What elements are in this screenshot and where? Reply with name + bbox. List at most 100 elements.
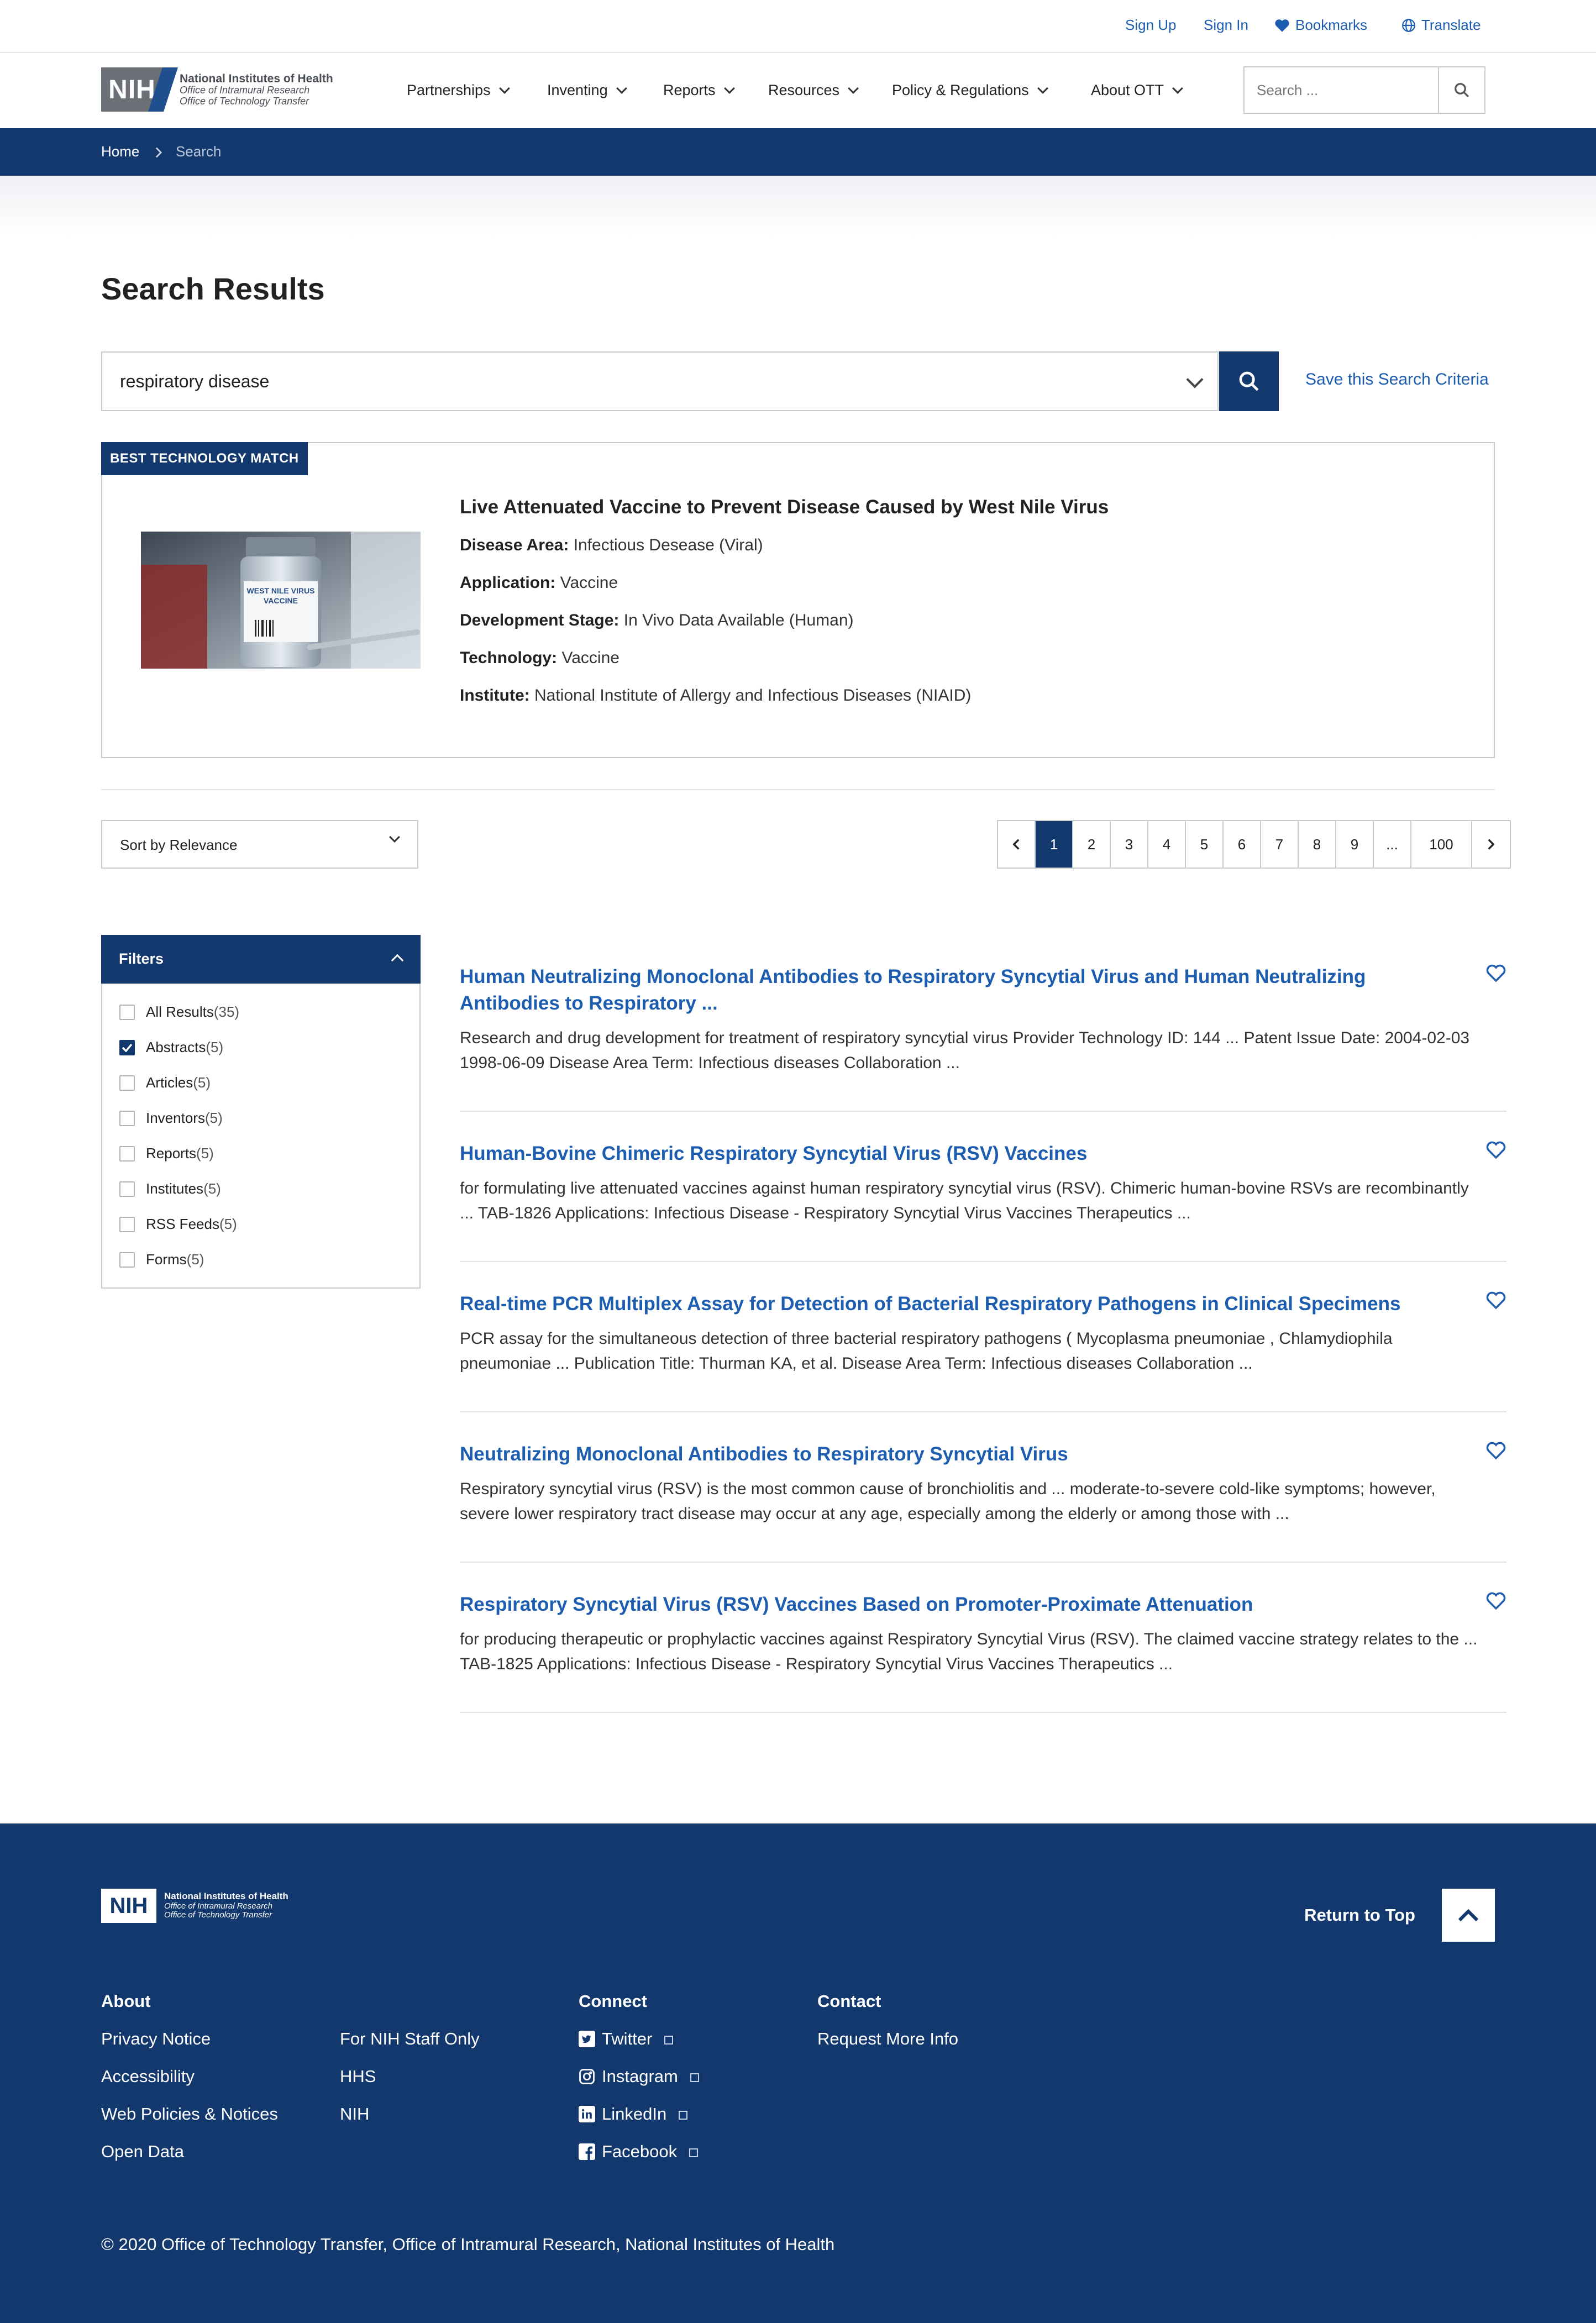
nav-partnerships[interactable]: Partnerships bbox=[407, 82, 510, 99]
sort-select[interactable]: Sort by Relevance bbox=[101, 820, 418, 869]
footer-nih-logo[interactable]: NIH National Institutes of Health Office… bbox=[101, 1889, 288, 1923]
nav-label: Reports bbox=[663, 82, 716, 98]
nav-reports[interactable]: Reports bbox=[663, 82, 735, 99]
bookmarks-link[interactable]: Bookmarks bbox=[1274, 17, 1367, 34]
checkbox[interactable] bbox=[119, 1145, 135, 1162]
result-item: Human Neutralizing Monoclonal Antibodies… bbox=[460, 964, 1506, 1075]
filter-count: (35) bbox=[213, 1003, 240, 1020]
footer-link-web-policies[interactable]: Web Policies & Notices bbox=[101, 2104, 278, 2124]
result-title-link[interactable]: Neutralizing Monoclonal Antibodies to Re… bbox=[460, 1441, 1427, 1468]
checkbox[interactable] bbox=[119, 1075, 135, 1091]
sign-up-link[interactable]: Sign Up bbox=[1125, 17, 1177, 34]
result-title-link[interactable]: Real-time PCR Multiplex Assay for Detect… bbox=[460, 1291, 1427, 1317]
pagination-next[interactable] bbox=[1472, 821, 1510, 868]
footer-link-twitter[interactable]: Twitter bbox=[579, 2029, 674, 2049]
filter-label: Reports bbox=[146, 1145, 197, 1162]
filter-forms[interactable]: Forms (5) bbox=[119, 1251, 204, 1268]
footer-link-nih-staff[interactable]: For NIH Staff Only bbox=[340, 2029, 480, 2049]
nav-policy-regulations[interactable]: Policy & Regulations bbox=[892, 82, 1048, 99]
nav-about-ott[interactable]: About OTT bbox=[1091, 82, 1183, 99]
heart-outline-icon[interactable] bbox=[1485, 1141, 1506, 1159]
checkbox[interactable] bbox=[119, 1216, 135, 1232]
header-search bbox=[1243, 66, 1485, 114]
header-search-input[interactable] bbox=[1245, 67, 1438, 113]
footer-link-nih[interactable]: NIH bbox=[340, 2104, 369, 2124]
translate-link[interactable]: Translate bbox=[1401, 17, 1481, 34]
main-search-input[interactable] bbox=[102, 353, 1152, 410]
filter-label: Institutes bbox=[146, 1180, 204, 1197]
footer-logo-mark: NIH bbox=[101, 1889, 156, 1923]
footer-link-privacy[interactable]: Privacy Notice bbox=[101, 2029, 211, 2049]
footer-link-open-data[interactable]: Open Data bbox=[101, 2142, 184, 2162]
filter-all-results[interactable]: All Results (35) bbox=[119, 1003, 239, 1021]
checkbox[interactable] bbox=[119, 1181, 135, 1197]
heart-outline-icon[interactable] bbox=[1485, 1441, 1506, 1460]
page-2[interactable]: 2 bbox=[1073, 821, 1111, 868]
filter-inventors[interactable]: Inventors (5) bbox=[119, 1110, 223, 1127]
return-to-top-button[interactable] bbox=[1442, 1889, 1495, 1942]
filter-abstracts[interactable]: Abstracts (5) bbox=[119, 1039, 223, 1056]
page-3[interactable]: 3 bbox=[1111, 821, 1148, 868]
result-item: Real-time PCR Multiplex Assay for Detect… bbox=[460, 1291, 1506, 1376]
chevron-down-icon[interactable] bbox=[1186, 371, 1204, 388]
result-separator bbox=[460, 1562, 1506, 1563]
filter-rss-feeds[interactable]: RSS Feeds (5) bbox=[119, 1216, 237, 1233]
page-6[interactable]: 6 bbox=[1224, 821, 1261, 868]
footer-link-label: LinkedIn bbox=[602, 2104, 667, 2124]
chevron-left-icon bbox=[1012, 839, 1020, 850]
checkbox[interactable] bbox=[119, 1252, 135, 1268]
nav-resources[interactable]: Resources bbox=[768, 82, 859, 99]
heart-outline-icon[interactable] bbox=[1485, 964, 1506, 982]
footer-link-linkedin[interactable]: LinkedIn bbox=[579, 2104, 688, 2124]
result-title-link[interactable]: Human-Bovine Chimeric Respiratory Syncyt… bbox=[460, 1141, 1427, 1167]
field-value: Vaccine bbox=[561, 649, 620, 667]
footer-link-request-info[interactable]: Request More Info bbox=[817, 2029, 958, 2049]
pagination-prev[interactable] bbox=[998, 821, 1036, 868]
page-7[interactable]: 7 bbox=[1261, 821, 1299, 868]
field-value: In Vivo Data Available (Human) bbox=[623, 611, 854, 629]
page-100[interactable]: 100 bbox=[1411, 821, 1472, 868]
main-search-button[interactable] bbox=[1219, 351, 1279, 411]
best-match-image[interactable]: WEST NILE VIRUS VACCINE bbox=[141, 532, 421, 669]
sign-in-link[interactable]: Sign In bbox=[1204, 17, 1248, 34]
footer-logo-line-2: Office of Intramural Research bbox=[164, 1901, 272, 1911]
return-to-top[interactable]: Return to Top bbox=[1304, 1889, 1495, 1942]
heart-outline-icon[interactable] bbox=[1485, 1591, 1506, 1610]
save-search-criteria-link[interactable]: Save this Search Criteria bbox=[1305, 370, 1489, 389]
footer-link-hhs[interactable]: HHS bbox=[340, 2067, 376, 2087]
heart-outline-icon[interactable] bbox=[1485, 1291, 1506, 1310]
best-match-field: Development Stage: In Vivo Data Availabl… bbox=[460, 611, 854, 630]
result-separator bbox=[460, 1261, 1506, 1262]
footer-link-facebook[interactable]: Facebook bbox=[579, 2142, 699, 2162]
page-4[interactable]: 4 bbox=[1148, 821, 1186, 868]
page-1[interactable]: 1 bbox=[1036, 821, 1073, 868]
result-title-link[interactable]: Human Neutralizing Monoclonal Antibodies… bbox=[460, 964, 1427, 1017]
checkbox[interactable] bbox=[119, 1004, 135, 1020]
breadcrumb-home[interactable]: Home bbox=[101, 143, 139, 160]
filters-title: Filters bbox=[119, 950, 164, 967]
header-search-button[interactable] bbox=[1438, 67, 1484, 113]
nih-logo[interactable]: NIH National Institutes of Health Office… bbox=[101, 67, 333, 112]
best-match-field: Application: Vaccine bbox=[460, 574, 618, 592]
page-9[interactable]: 9 bbox=[1336, 821, 1374, 868]
filter-articles[interactable]: Articles (5) bbox=[119, 1074, 211, 1091]
nav-inventing[interactable]: Inventing bbox=[547, 82, 627, 99]
checkbox-checked[interactable] bbox=[119, 1039, 135, 1055]
filters-header[interactable]: Filters bbox=[101, 935, 421, 984]
page-5[interactable]: 5 bbox=[1186, 821, 1224, 868]
external-link-icon bbox=[690, 2073, 699, 2082]
filter-label: RSS Feeds bbox=[146, 1216, 219, 1232]
page-8[interactable]: 8 bbox=[1299, 821, 1336, 868]
utility-bar: Sign Up Sign In Bookmarks Translate bbox=[0, 0, 1596, 53]
filter-reports[interactable]: Reports (5) bbox=[119, 1145, 214, 1162]
best-match-title[interactable]: Live Attenuated Vaccine to Prevent Disea… bbox=[460, 496, 1109, 518]
result-title-link[interactable]: Respiratory Syncytial Virus (RSV) Vaccin… bbox=[460, 1591, 1427, 1618]
footer-link-instagram[interactable]: Instagram bbox=[579, 2067, 699, 2087]
chevron-down-icon bbox=[848, 82, 859, 94]
checkbox[interactable] bbox=[119, 1110, 135, 1126]
filter-institutes[interactable]: Institutes (5) bbox=[119, 1180, 221, 1197]
footer-link-label: Facebook bbox=[602, 2142, 678, 2161]
footer-link-accessibility[interactable]: Accessibility bbox=[101, 2067, 195, 2087]
chevron-up-icon bbox=[391, 954, 404, 967]
breadcrumb: Home Search bbox=[0, 128, 1596, 176]
